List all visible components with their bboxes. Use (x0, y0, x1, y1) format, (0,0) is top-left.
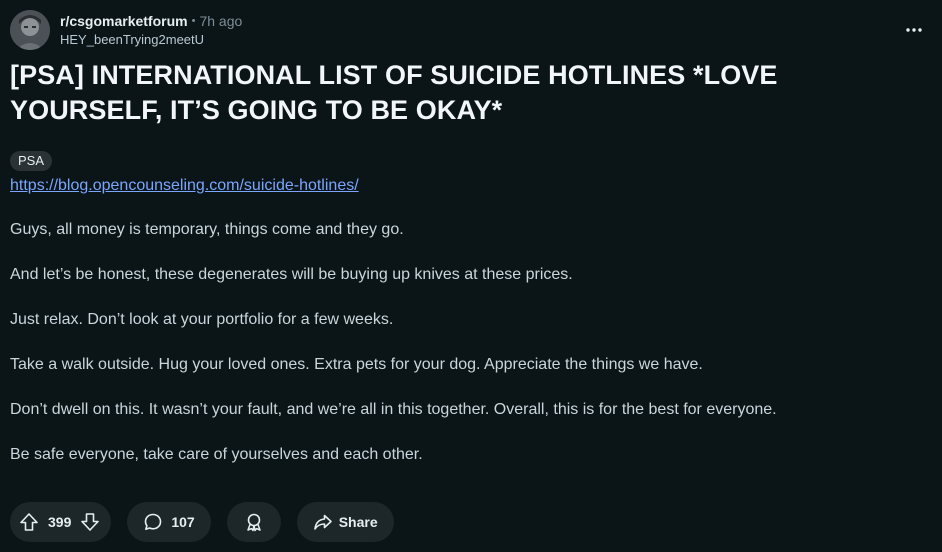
more-options-icon (906, 28, 922, 32)
vote-count: 399 (48, 514, 72, 530)
post-body: Guys, all money is temporary, things com… (10, 219, 930, 489)
upvote-arrow-icon (20, 513, 38, 531)
share-arrow-icon (313, 514, 332, 530)
downvote-arrow-icon (81, 513, 100, 531)
body-paragraph: And let’s be honest, these degenerates w… (10, 266, 573, 283)
body-paragraph: Guys, all money is temporary, things com… (10, 221, 404, 238)
subreddit-name[interactable]: r/csgomarketforum (60, 12, 188, 30)
upvote-button[interactable] (18, 511, 40, 533)
body-paragraph: Take a walk outside. Hug your loved ones… (10, 356, 703, 373)
more-options-button[interactable] (900, 18, 928, 42)
body-paragraph: Just relax. Don’t look at your portfolio… (10, 311, 394, 328)
post-title[interactable]: [PSA] INTERNATIONAL LIST OF SUICIDE HOTL… (10, 58, 910, 128)
reddit-post: r/csgomarketforum • 7h ago HEY_beenTryin… (0, 0, 942, 552)
share-button[interactable]: Share (296, 502, 394, 542)
post-header: r/csgomarketforum • 7h ago HEY_beenTryin… (10, 10, 242, 52)
downvote-button[interactable] (79, 511, 101, 533)
meta-separator: • (191, 15, 196, 27)
comments-button[interactable]: 107 (127, 502, 211, 542)
award-button[interactable] (226, 502, 281, 542)
award-icon (246, 513, 261, 532)
avatar[interactable] (10, 10, 50, 50)
post-link[interactable]: https://blog.opencounseling.com/suicide-… (10, 175, 359, 197)
post-time: 7h ago (199, 13, 243, 29)
post-actions: 399 107 Share (10, 502, 410, 542)
share-label: Share (338, 514, 378, 530)
comment-bubble-icon (145, 513, 162, 530)
post-flair[interactable]: PSA (10, 151, 53, 171)
vote-control: 399 (10, 502, 112, 542)
body-paragraph: Don’t dwell on this. It wasn’t your faul… (10, 401, 777, 418)
user-avatar-icon (10, 10, 50, 50)
meta-top-row: r/csgomarketforum • 7h ago (60, 12, 242, 30)
author-username[interactable]: HEY_beenTrying2meetU (60, 31, 242, 49)
comment-count: 107 (171, 514, 195, 530)
body-paragraph: Be safe everyone, take care of yourselve… (10, 446, 423, 463)
post-meta: r/csgomarketforum • 7h ago HEY_beenTryin… (60, 10, 242, 49)
